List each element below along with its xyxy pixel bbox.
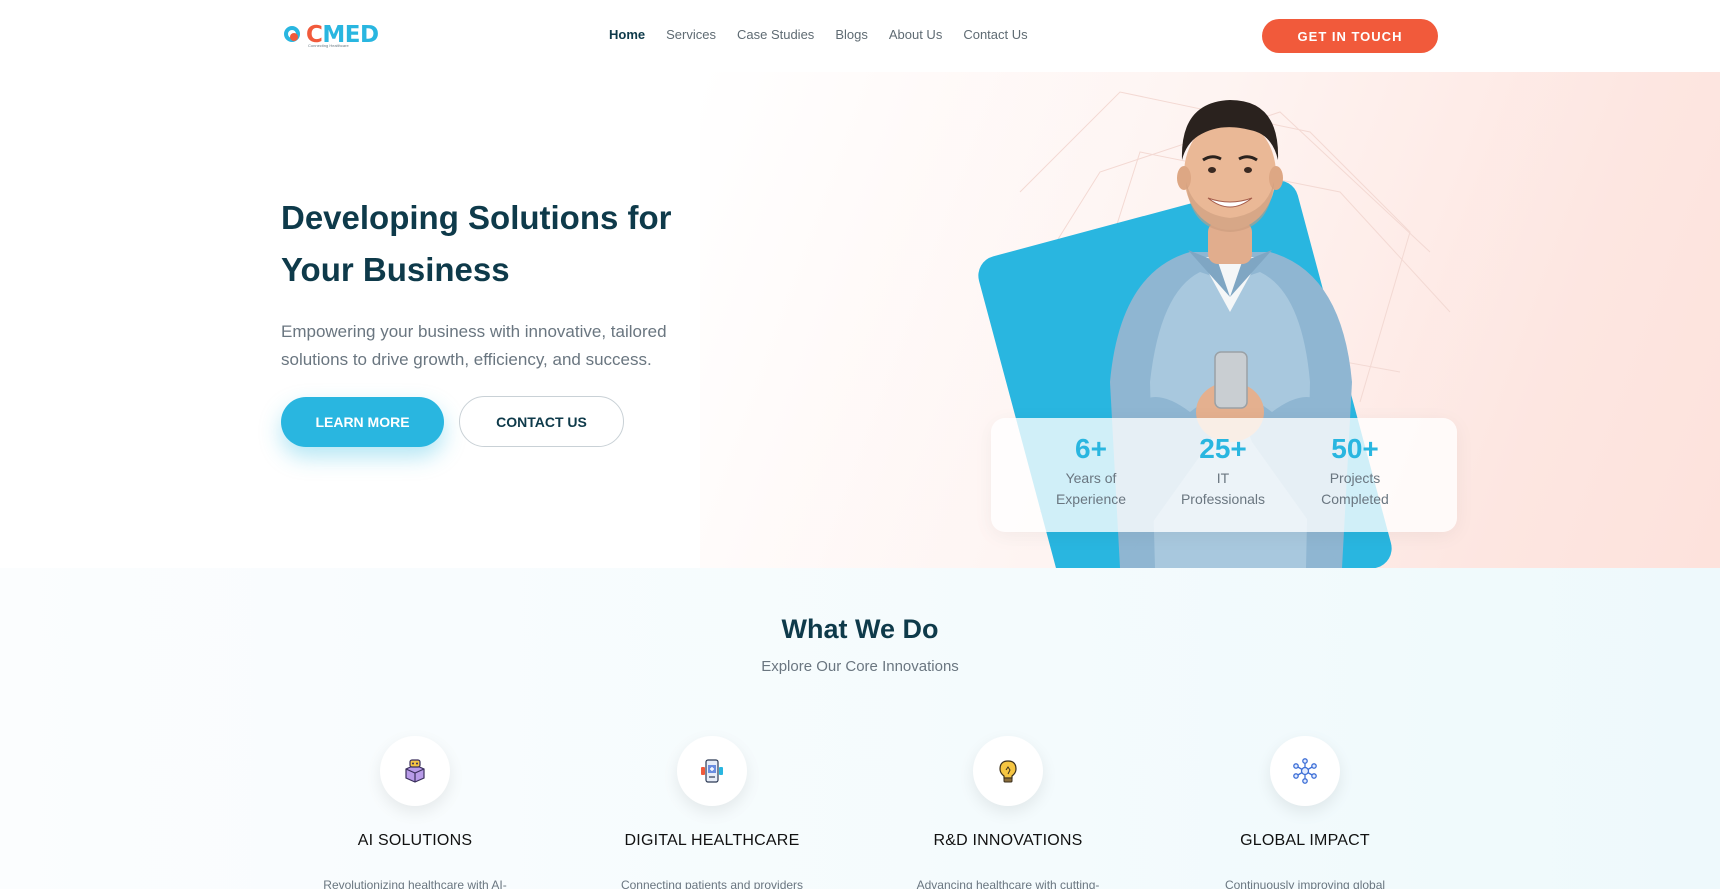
- stat-projects: 50+ Projects Completed: [1321, 433, 1389, 507]
- feature-title: GLOBAL IMPACT: [1240, 832, 1370, 849]
- hero-title: Developing Solutions for Your Business: [281, 199, 672, 288]
- stats-card: 6+ Years of Experience 25+ IT Profession…: [991, 418, 1457, 532]
- digital-health-icon: [677, 736, 747, 806]
- top-navbar: CMED Connecting Healthcare Home Services…: [0, 0, 1720, 72]
- feature-description: Connecting patients and providers: [620, 878, 804, 889]
- hero-section: Developing Solutions for Your Business E…: [0, 72, 1720, 568]
- feature-global-impact[interactable]: GLOBAL IMPACT Continuously improving glo…: [1180, 736, 1430, 889]
- feature-description: Continuously improving global: [1224, 878, 1386, 889]
- contact-us-button[interactable]: CONTACT US: [459, 396, 624, 447]
- hero-subtitle: Empowering your business with innovative…: [281, 322, 667, 369]
- nav-link-case-studies[interactable]: Case Studies: [737, 27, 814, 42]
- feature-rd-innovations[interactable]: R&D INNOVATIONS Advancing healthcare wit…: [883, 736, 1133, 889]
- nav-link-home[interactable]: Home: [609, 27, 645, 42]
- lightbulb-icon: [973, 736, 1043, 806]
- network-icon: [1270, 736, 1340, 806]
- learn-more-button[interactable]: LEARN MORE: [281, 397, 444, 447]
- nav-link-contact-us[interactable]: Contact Us: [963, 27, 1027, 42]
- nav-link-services[interactable]: Services: [666, 27, 716, 42]
- ai-box-icon: [380, 736, 450, 806]
- feature-title: R&D INNOVATIONS: [933, 832, 1083, 849]
- stat-years: 6+ Years of Experience: [1055, 433, 1127, 507]
- logo-tagline: Connecting Healthcare: [308, 43, 349, 48]
- main-menu: Home Services Case Studies Blogs About U…: [609, 27, 1049, 42]
- feature-description: Revolutionizing healthcare with AI-: [323, 878, 507, 889]
- logo-mark-icon: [282, 24, 304, 46]
- section-title: What We Do: [781, 614, 939, 644]
- nav-link-about-us[interactable]: About Us: [889, 27, 942, 42]
- what-we-do-section: What We Do Explore Our Core Innovations …: [0, 568, 1720, 889]
- section-subtitle: Explore Our Core Innovations: [761, 658, 959, 675]
- cmed-logo[interactable]: CMED Connecting Healthcare: [282, 20, 382, 50]
- nav-link-blogs[interactable]: Blogs: [835, 27, 868, 42]
- feature-title: AI SOLUTIONS: [357, 832, 473, 849]
- feature-digital-healthcare[interactable]: DIGITAL HEALTHCARE Connecting patients a…: [587, 736, 837, 889]
- feature-description: Advancing healthcare with cutting-: [916, 878, 1100, 889]
- stat-professionals: 25+ IT Professionals: [1180, 433, 1266, 507]
- feature-title: DIGITAL HEALTHCARE: [624, 832, 800, 849]
- get-in-touch-button[interactable]: GET IN TOUCH: [1262, 19, 1438, 53]
- feature-ai-solutions[interactable]: AI SOLUTIONS Revolutionizing healthcare …: [290, 736, 540, 889]
